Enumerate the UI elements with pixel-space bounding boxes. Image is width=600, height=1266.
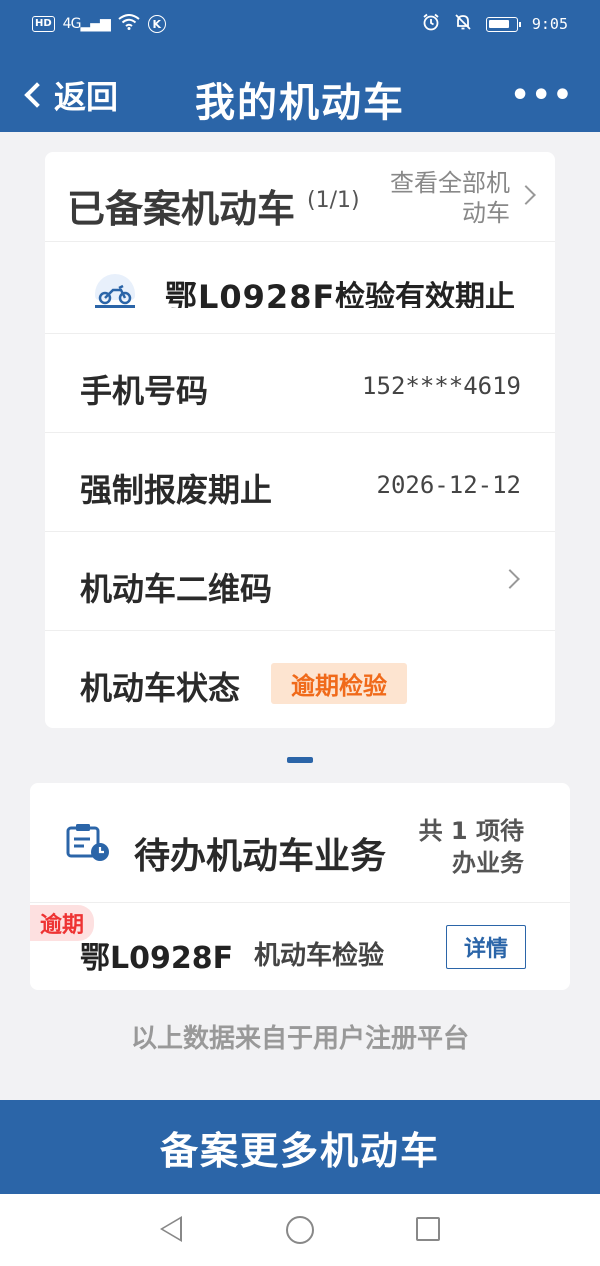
phone-row: 手机号码 152****4619 <box>45 334 555 433</box>
pending-business-card: 待办机动车业务 共 1 项待办业务 逾期 鄂L0928F 机动车检验 详情 <box>30 783 570 990</box>
pending-service-name: 机动车检验 <box>254 941 385 971</box>
nav-back-icon[interactable] <box>160 1216 182 1242</box>
status-right: 9:05 <box>422 13 568 35</box>
alarm-icon <box>422 13 440 35</box>
registered-vehicles-header: 已备案机动车 (1/1) 查看全部机动车 <box>45 152 555 242</box>
more-menu-icon[interactable]: ••• <box>510 78 574 113</box>
chevron-right-icon[interactable] <box>516 185 536 205</box>
detail-button[interactable]: 详情 <box>446 925 526 969</box>
top-bar: HD 4G▂▄▆ K 9:05 返回 我的机动车 ••• <box>0 0 600 132</box>
motorcycle-icon <box>91 274 139 310</box>
network-label: 4G <box>62 16 82 32</box>
bell-off-icon <box>454 13 472 35</box>
scrap-date-value: 2026-12-12 <box>376 471 522 499</box>
pending-business-header: 待办机动车业务 共 1 项待办业务 <box>30 783 570 903</box>
signal-icon: 4G▂▄▆ <box>62 16 111 32</box>
vehicle-item[interactable]: 鄂L0928F 检验有效期止 <box>45 242 555 334</box>
pending-business-count: 共 1 项待办业务 <box>418 817 524 877</box>
qr-code-row[interactable]: 机动车二维码 <box>45 532 555 631</box>
phone-label: 手机号码 <box>80 372 209 410</box>
vehicle-status-label: 机动车状态 <box>80 669 241 707</box>
phone-value: 152****4619 <box>362 372 521 400</box>
register-more-vehicles-button[interactable]: 备案更多机动车 <box>0 1100 600 1194</box>
status-badge: 逾期检验 <box>271 663 407 704</box>
chevron-right-icon <box>500 569 520 589</box>
hd-icon: HD <box>32 16 55 32</box>
registered-vehicles-count: (1/1) <box>307 188 360 213</box>
system-nav-bar <box>0 1194 600 1266</box>
vehicle-status-row: 机动车状态 逾期检验 <box>45 631 555 728</box>
vehicle-plate: 鄂L0928F <box>165 280 336 308</box>
registered-vehicles-title: 已备案机动车 <box>67 187 296 231</box>
status-bar: HD 4G▂▄▆ K 9:05 <box>0 0 600 52</box>
pending-business-title: 待办机动车业务 <box>134 836 387 877</box>
clock: 9:05 <box>531 15 568 33</box>
scrap-date-row: 强制报废期止 2026-12-12 <box>45 433 555 532</box>
clipboard-clock-icon <box>66 823 112 867</box>
page-indicator <box>287 757 313 763</box>
nav-bar: 返回 我的机动车 ••• <box>0 60 600 132</box>
scrap-date-label: 强制报废期止 <box>80 471 273 509</box>
vehicle-inspection-label: 检验有效期止 <box>335 280 515 308</box>
k-badge-icon: K <box>147 15 166 33</box>
nav-home-icon[interactable] <box>286 1216 314 1244</box>
wifi-icon <box>118 14 140 34</box>
registered-vehicles-card: 已备案机动车 (1/1) 查看全部机动车 鄂L0928F 检验有效期止 手机号码… <box>45 152 555 728</box>
status-left: HD 4G▂▄▆ K <box>32 14 166 34</box>
view-all-vehicles-link[interactable]: 查看全部机动车 <box>370 168 510 228</box>
data-source-note: 以上数据来自于用户注册平台 <box>130 1024 469 1054</box>
pending-vehicle-plate: 鄂L0928F <box>80 941 234 976</box>
qr-code-label: 机动车二维码 <box>80 570 273 608</box>
battery-icon <box>485 16 521 32</box>
nav-recents-icon[interactable] <box>416 1217 440 1241</box>
